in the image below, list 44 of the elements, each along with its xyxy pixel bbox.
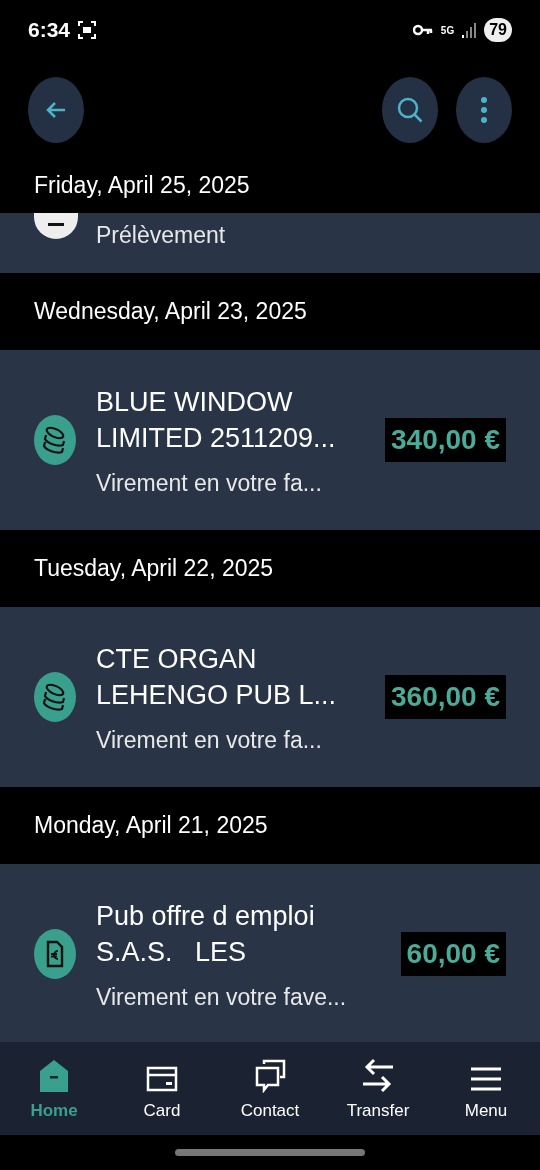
nav-tab[interactable]: Contact — [216, 1042, 324, 1135]
coins-icon — [34, 415, 76, 465]
status-time: 6:34 — [28, 18, 71, 42]
transaction-type: Virement en votre fa... — [96, 469, 323, 497]
transaction-card[interactable]: BLUE WINDOW LIMITED 2511209... Virement en votre fa... 340,00 € — [0, 350, 540, 530]
amount-label: 360,00 € — [385, 675, 506, 719]
home-icon — [38, 1059, 70, 1093]
network-label: 5G — [440, 24, 455, 36]
transfer-arrows-icon — [360, 1057, 396, 1093]
amount-label: 340,00 € — [385, 418, 506, 462]
screenshot-icon — [78, 21, 97, 39]
date-header: Monday, April 21, 2025 — [34, 812, 268, 839]
signal-icon — [462, 22, 477, 38]
nav-tab[interactable]: Home — [0, 1042, 108, 1135]
debit-icon — [34, 213, 78, 239]
nav-tab[interactable]: Menu — [432, 1042, 540, 1135]
date-header: Tuesday, April 22, 2025 — [34, 555, 274, 582]
transaction-card[interactable]: CTE ORGAN LEHENGO PUB L... Virement en votre fa... 360,00 € — [0, 607, 540, 787]
key-icon — [412, 24, 433, 36]
back-arrow-icon — [45, 101, 67, 119]
battery-indicator: 79 — [484, 18, 512, 42]
transaction-card[interactable]: Pub offre d emploi S.A.S. LES Virement en votre fave... 60,00 € — [0, 864, 540, 1042]
euro-document-icon — [34, 929, 76, 979]
transaction-type: Virement en votre fave... — [96, 983, 348, 1011]
amount-label: 60,00 € — [400, 932, 506, 976]
coins-icon — [34, 672, 76, 722]
transaction-title: Pub offre d emploi — [96, 899, 316, 933]
chat-bubbles-icon — [254, 1059, 286, 1093]
nav-tab[interactable]: Card — [108, 1042, 216, 1135]
transaction-type: Virement en votre fa... — [96, 726, 323, 754]
card-icon — [146, 1065, 178, 1093]
date-header: Wednesday, April 23, 2025 — [34, 298, 307, 325]
transaction-title: LIMITED 2511209... — [96, 421, 337, 455]
date-header: Friday, April 25, 2025 — [34, 172, 250, 199]
more-options-icon — [480, 96, 488, 124]
transaction-card[interactable]: Prélèvement — [0, 213, 540, 273]
search-icon — [396, 96, 424, 124]
transaction-title: S.A.S. LES — [96, 935, 248, 969]
menu-icon — [470, 1065, 502, 1093]
transaction-type: Prélèvement — [96, 222, 226, 249]
transaction-title: CTE ORGAN — [96, 642, 258, 676]
nav-tab[interactable]: Transfer — [324, 1042, 432, 1135]
transaction-title: LEHENGO PUB L... — [96, 678, 338, 712]
transaction-title: BLUE WINDOW — [96, 385, 294, 419]
